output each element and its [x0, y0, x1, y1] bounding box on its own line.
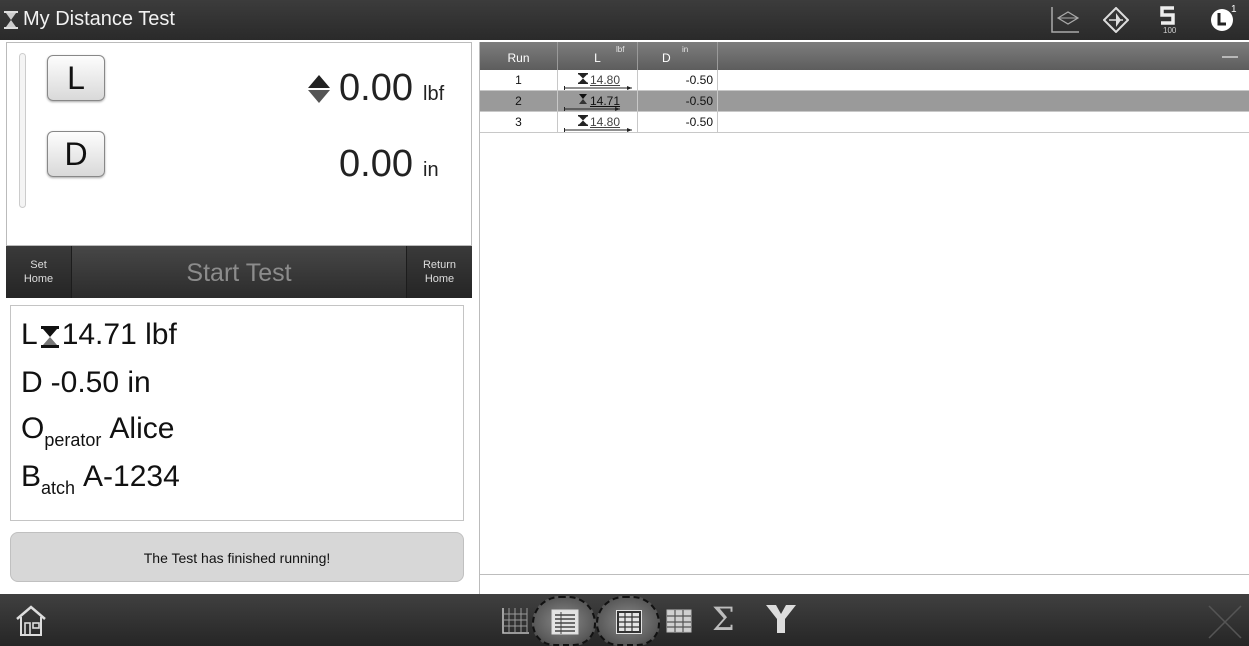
column-header-distance-label: D — [662, 51, 671, 65]
column-header-distance[interactable]: D in — [638, 42, 718, 70]
window-title: My Distance Test — [23, 8, 175, 30]
diamond-compass-icon[interactable] — [1100, 5, 1132, 35]
collapse-icon[interactable] — [1222, 56, 1238, 58]
d-channel-button[interactable]: D — [47, 131, 105, 177]
operator-initial: O — [21, 412, 45, 445]
set-home-button[interactable]: Set Home — [6, 246, 72, 298]
live-readout: L D 0.00 lbf 0.00 in — [6, 42, 472, 246]
table-header: Run L lbf D in — [480, 42, 1249, 70]
load-unit: lbf — [423, 83, 445, 105]
table-row[interactable]: 1 14.80 -0.50 — [480, 70, 1249, 91]
table-row[interactable]: 3 14.80 -0.50 — [480, 112, 1249, 133]
title-group: My Distance Test — [4, 8, 175, 31]
up-down-direction-icon — [308, 74, 331, 103]
readout-scrollbar[interactable] — [19, 53, 26, 208]
column-header-load[interactable]: L lbf — [558, 42, 638, 70]
operator-subscript: perator — [44, 430, 102, 450]
home-icon[interactable] — [14, 604, 48, 638]
sample-rate-icon[interactable]: 100 — [1152, 5, 1184, 35]
grid-icon — [616, 610, 642, 634]
test-results-box: L 14.71 lbf D -0.50 in O perator Alice B… — [10, 305, 464, 521]
table-row-selected[interactable]: 2 14.71 -0.50 — [480, 91, 1249, 112]
result-distance: D -0.50 in — [21, 366, 151, 400]
close-icon[interactable] — [1205, 602, 1245, 642]
title-bar: My Distance Test 100 1 — [0, 0, 1249, 40]
hourglass-icon — [4, 10, 18, 29]
result-operator: O perator Alice — [21, 412, 175, 450]
result-load: L 14.71 lbf — [21, 318, 177, 352]
results-table-view-button[interactable] — [532, 596, 596, 646]
summary-sigma-icon[interactable]: Σ — [712, 600, 735, 638]
return-home-label-1: Return — [422, 259, 457, 271]
return-home-button[interactable]: Return Home — [406, 246, 472, 298]
load-value: 0.00 — [339, 67, 413, 109]
filter-funnel-icon[interactable] — [764, 602, 798, 636]
distance-reading: 0.00 in — [339, 143, 451, 186]
clock-index: 1 — [1231, 4, 1237, 15]
graph-axes-icon[interactable] — [1048, 5, 1080, 35]
cell-distance: -0.50 — [638, 91, 718, 111]
result-distance-label: D — [21, 366, 43, 399]
set-home-label-2: Home — [23, 273, 54, 285]
operator-value: Alice — [109, 412, 175, 445]
cell-distance: -0.50 — [638, 70, 718, 90]
distance-value: 0.00 — [339, 143, 413, 185]
batch-initial: B — [21, 460, 42, 493]
result-distance-value: -0.50 in — [50, 366, 151, 399]
statistics-grid-icon[interactable] — [664, 606, 694, 636]
distance-unit: in — [423, 159, 439, 181]
batch-value: A-1234 — [83, 460, 180, 493]
return-home-label-2: Home — [424, 273, 455, 285]
batch-subscript: atch — [41, 478, 76, 498]
graph-view-icon[interactable] — [500, 606, 530, 636]
range-arrow-icon — [564, 128, 632, 132]
result-load-label: L — [21, 318, 38, 351]
table-divider — [480, 574, 1249, 575]
peak-hourglass-icon — [578, 73, 588, 84]
cell-run: 2 — [480, 91, 558, 111]
cell-load: 14.80 — [558, 112, 638, 132]
results-table: Run L lbf D in 1 14.80 -0.50 2 14.71 -0.… — [479, 42, 1249, 594]
load-reading: 0.00 lbf — [307, 67, 451, 110]
result-load-value: 14.71 lbf — [61, 318, 177, 351]
column-header-load-unit: lbf — [616, 45, 625, 54]
cell-run: 1 — [480, 70, 558, 90]
test-control-bar: Set Home Start Test Return Home — [6, 246, 472, 298]
left-panel: L D 0.00 lbf 0.00 in Set Home Start Test… — [6, 42, 472, 590]
column-header-run[interactable]: Run — [480, 42, 558, 70]
bottom-toolbar: Σ — [0, 594, 1249, 646]
cell-run: 3 — [480, 112, 558, 132]
status-message: The Test has finished running! — [10, 532, 464, 582]
cell-load: 14.71 — [558, 91, 638, 111]
clock-icon[interactable]: 1 — [1206, 4, 1238, 35]
column-header-distance-unit: in — [682, 45, 689, 54]
sample-rate-label: 100 — [1163, 26, 1177, 35]
cell-distance: -0.50 — [638, 112, 718, 132]
range-arrow-icon — [564, 86, 632, 90]
cell-load: 14.80 — [558, 70, 638, 90]
l-channel-button[interactable]: L — [47, 55, 105, 101]
table-list-icon — [551, 609, 579, 635]
column-header-load-label: L — [594, 51, 601, 65]
set-home-label-1: Set — [30, 259, 47, 271]
range-arrow-icon — [564, 107, 620, 111]
start-test-button[interactable]: Start Test — [72, 246, 406, 298]
peak-hourglass-icon — [40, 326, 59, 348]
result-batch: B atch A-1234 — [21, 460, 180, 498]
peak-hourglass-icon — [578, 115, 588, 126]
peak-hourglass-icon — [579, 94, 587, 104]
grid-table-view-button[interactable] — [596, 596, 660, 646]
